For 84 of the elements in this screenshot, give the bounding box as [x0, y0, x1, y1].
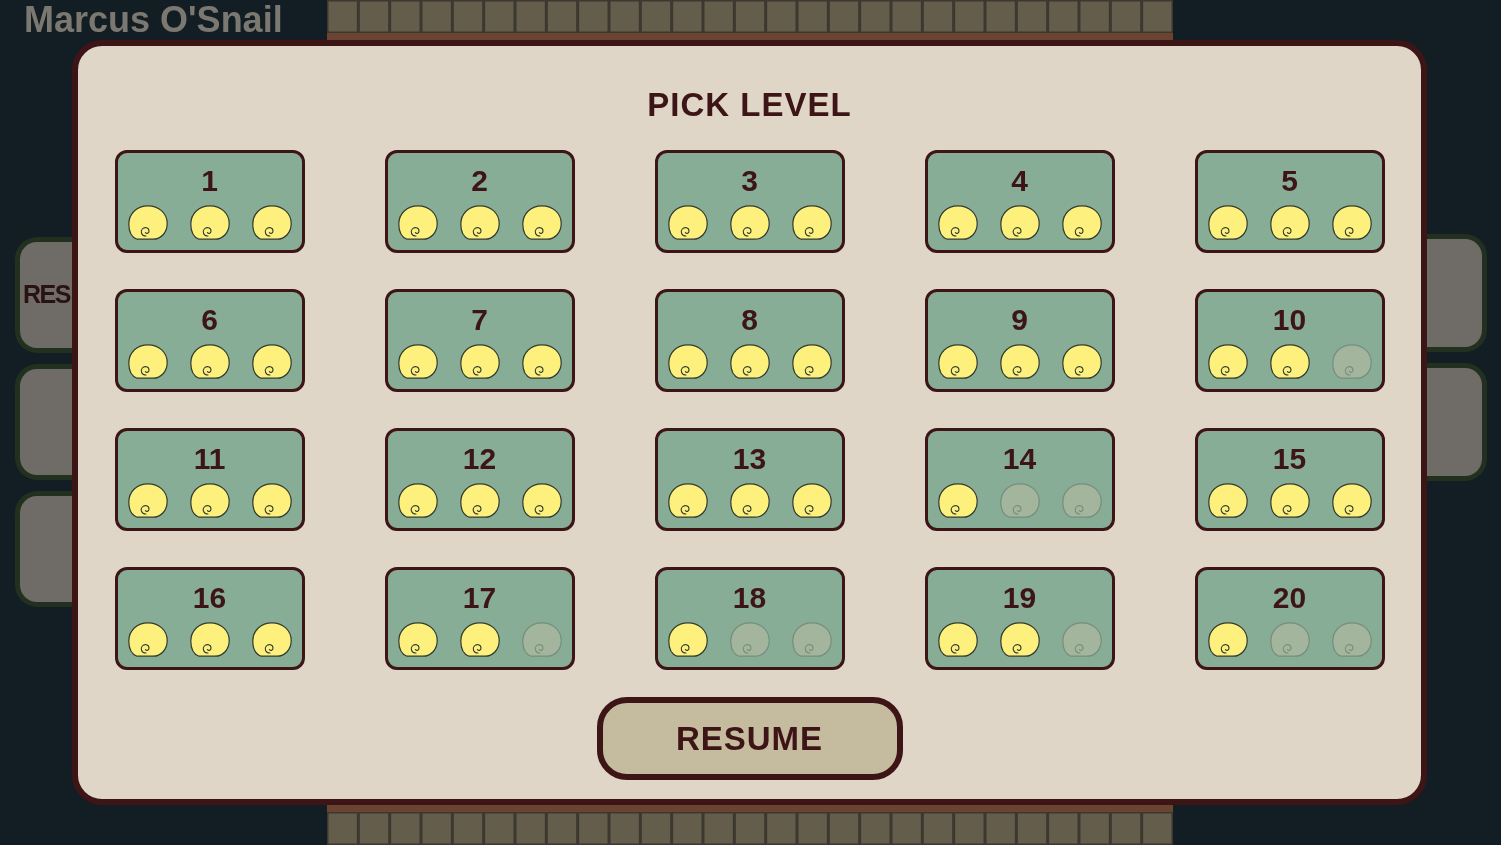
- snail-shell-icon: [1331, 205, 1372, 240]
- level-button[interactable]: 13: [654, 428, 845, 531]
- snail-shell-icon: [791, 483, 832, 518]
- level-button[interactable]: 4: [924, 150, 1115, 253]
- snail-shell-icon: [1269, 344, 1310, 379]
- snail-shell-icon: [1061, 483, 1102, 518]
- snail-shell-icon: [1061, 622, 1102, 657]
- snail-shell-icon: [397, 483, 438, 518]
- level-button[interactable]: 5: [1194, 150, 1385, 253]
- level-button[interactable]: 1: [114, 150, 305, 253]
- snail-shell-icon: [937, 483, 978, 518]
- level-button[interactable]: 8: [654, 289, 845, 392]
- level-button[interactable]: 17: [384, 567, 575, 670]
- snail-shell-icon: [1207, 622, 1248, 657]
- snail-shell-icon: [189, 622, 230, 657]
- snail-shell-icon: [459, 205, 500, 240]
- snail-shell-icon: [1269, 205, 1310, 240]
- snail-shell-icon: [1269, 622, 1310, 657]
- snail-shell-icon: [1331, 344, 1372, 379]
- snail-shell-icon: [1269, 483, 1310, 518]
- snail-shell-icon: [459, 622, 500, 657]
- snail-shell-icon: [729, 344, 770, 379]
- snail-shell-icon: [999, 205, 1040, 240]
- level-button[interactable]: 3: [654, 150, 845, 253]
- menu-button[interactable]: RES: [15, 237, 75, 353]
- snail-shell-icon: [397, 344, 438, 379]
- snail-shell-icon: [251, 205, 292, 240]
- level-button[interactable]: 18: [654, 567, 845, 670]
- snail-shell-icon: [521, 205, 562, 240]
- snail-shell-icon: [1207, 205, 1248, 240]
- level-button[interactable]: 15: [1194, 428, 1385, 531]
- snail-shell-icon: [937, 344, 978, 379]
- snail-shell-icon: [729, 205, 770, 240]
- snail-shell-icon: [999, 344, 1040, 379]
- snail-shell-icon: [667, 622, 708, 657]
- level-button[interactable]: 11: [114, 428, 305, 531]
- level-button[interactable]: 14: [924, 428, 1115, 531]
- snail-shell-icon: [1207, 344, 1248, 379]
- snail-shell-icon: [1061, 205, 1102, 240]
- snail-shell-icon: [1331, 622, 1372, 657]
- snail-shell-icon: [127, 205, 168, 240]
- snail-shell-icon: [999, 483, 1040, 518]
- snail-shell-icon: [791, 344, 832, 379]
- snail-shell-icon: [251, 622, 292, 657]
- snail-shell-icon: [251, 344, 292, 379]
- snail-shell-icon: [127, 622, 168, 657]
- snail-shell-icon: [189, 205, 230, 240]
- level-button[interactable]: 10: [1194, 289, 1385, 392]
- snail-shell-icon: [459, 483, 500, 518]
- level-button[interactable]: 6: [114, 289, 305, 392]
- level-button[interactable]: 16: [114, 567, 305, 670]
- snail-shell-icon: [937, 622, 978, 657]
- snail-shell-icon: [189, 483, 230, 518]
- snail-shell-icon: [1331, 483, 1372, 518]
- snail-shell-icon: [459, 344, 500, 379]
- level-button[interactable]: 20: [1194, 567, 1385, 670]
- level-button[interactable]: 7: [384, 289, 575, 392]
- snail-shell-icon: [937, 205, 978, 240]
- snail-shell-icon: [667, 483, 708, 518]
- level-button[interactable]: 12: [384, 428, 575, 531]
- level-button[interactable]: 9: [924, 289, 1115, 392]
- snail-shell-icon: [127, 483, 168, 518]
- resume-button[interactable]: RESUME: [596, 697, 903, 780]
- snail-shell-icon: [189, 344, 230, 379]
- snail-shell-icon: [397, 205, 438, 240]
- snail-shell-icon: [521, 344, 562, 379]
- snail-shell-icon: [667, 205, 708, 240]
- snail-shell-icon: [791, 622, 832, 657]
- level-button[interactable]: 2: [384, 150, 575, 253]
- snail-shell-icon: [521, 622, 562, 657]
- snail-shell-icon: [1207, 483, 1248, 518]
- game-title: Marcus O'Snail: [24, 0, 283, 40]
- dialog-title: PICK LEVEL: [647, 88, 852, 122]
- snail-shell-icon: [251, 483, 292, 518]
- snail-shell-icon: [667, 344, 708, 379]
- snail-shell-icon: [397, 622, 438, 657]
- snail-shell-icon: [791, 205, 832, 240]
- snail-shell-icon: [1061, 344, 1102, 379]
- snail-shell-icon: [729, 483, 770, 518]
- snail-shell-icon: [521, 483, 562, 518]
- snail-shell-icon: [127, 344, 168, 379]
- snail-shell-icon: [999, 622, 1040, 657]
- snail-shell-icon: [729, 622, 770, 657]
- level-button[interactable]: 19: [924, 567, 1115, 670]
